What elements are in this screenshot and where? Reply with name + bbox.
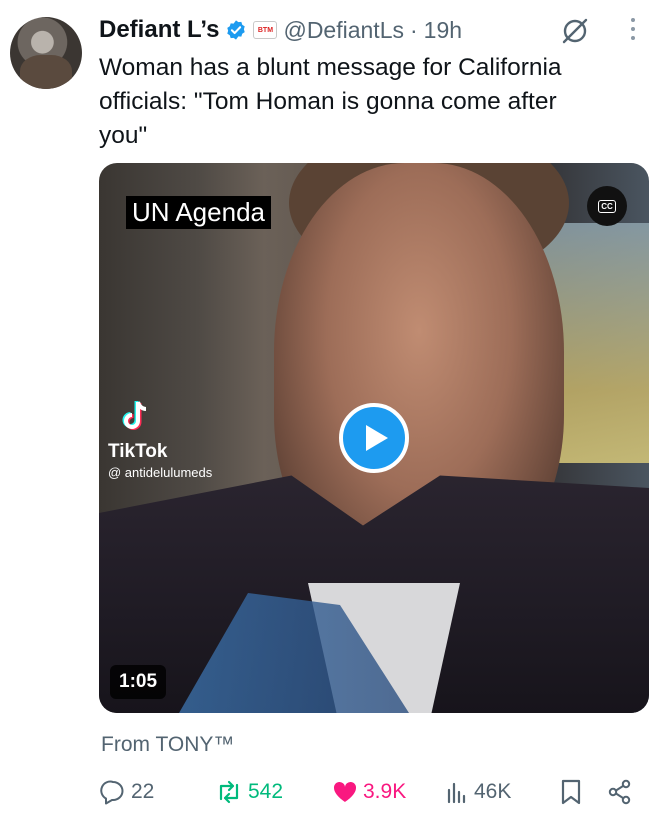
reply-button[interactable]: 22 (100, 774, 154, 810)
tiktok-username: @ antidelulumeds (108, 465, 213, 480)
repost-icon (219, 780, 239, 804)
like-count: 3.9K (363, 780, 407, 803)
reply-icon (100, 780, 124, 805)
repost-count: 542 (248, 780, 284, 803)
views-button[interactable]: 46K (445, 774, 511, 810)
view-count: 46K (474, 780, 512, 803)
reply-count: 22 (131, 780, 155, 803)
play-icon (365, 425, 388, 451)
video-player[interactable]: UN Agenda CC TikTok @ antidelulumeds 1:0… (99, 163, 649, 713)
separator-dot: · (409, 16, 418, 43)
verified-badge-icon (227, 20, 246, 40)
tiktok-watermark: TikTok @ antidelulumeds (108, 398, 212, 480)
bookmark-button[interactable] (560, 774, 582, 810)
heart-icon (333, 781, 357, 802)
author-avatar[interactable] (10, 17, 82, 89)
post-text-line: officials: "Tom Homan is gonna come afte… (99, 88, 557, 115)
author-name[interactable]: Defiant L’s (99, 16, 219, 44)
captions-button[interactable]: CC (587, 186, 627, 226)
share-button[interactable] (607, 774, 633, 810)
post-text-line: you" (99, 122, 148, 149)
cc-icon: CC (598, 199, 616, 213)
post-header: Defiant L’s BTM @DefiantLs · 19h (99, 12, 462, 48)
video-duration: 1:05 (110, 665, 167, 699)
views-icon (447, 782, 466, 804)
more-options-icon[interactable] (626, 14, 640, 44)
share-icon (608, 779, 631, 805)
grok-icon[interactable] (560, 16, 590, 46)
post-text: Woman has a blunt message for California… (99, 51, 644, 153)
action-bar: 22 542 3.9K 46K (100, 774, 640, 810)
post-time[interactable]: 19h (424, 17, 462, 44)
repost-button[interactable]: 542 (215, 774, 283, 810)
tiktok-logo-icon (122, 401, 147, 430)
video-caption: UN Agenda (126, 196, 271, 229)
bookmark-icon (561, 779, 581, 805)
post-text-line: Woman has a blunt message for California (99, 54, 562, 81)
author-handle[interactable]: @DefiantLs (283, 17, 404, 44)
like-button[interactable]: 3.9K (332, 774, 406, 810)
post-source[interactable]: From TONY™ (101, 733, 234, 757)
tiktok-brand: TikTok (108, 441, 168, 462)
affiliate-badge[interactable]: BTM (253, 21, 278, 39)
play-button[interactable] (339, 403, 409, 473)
